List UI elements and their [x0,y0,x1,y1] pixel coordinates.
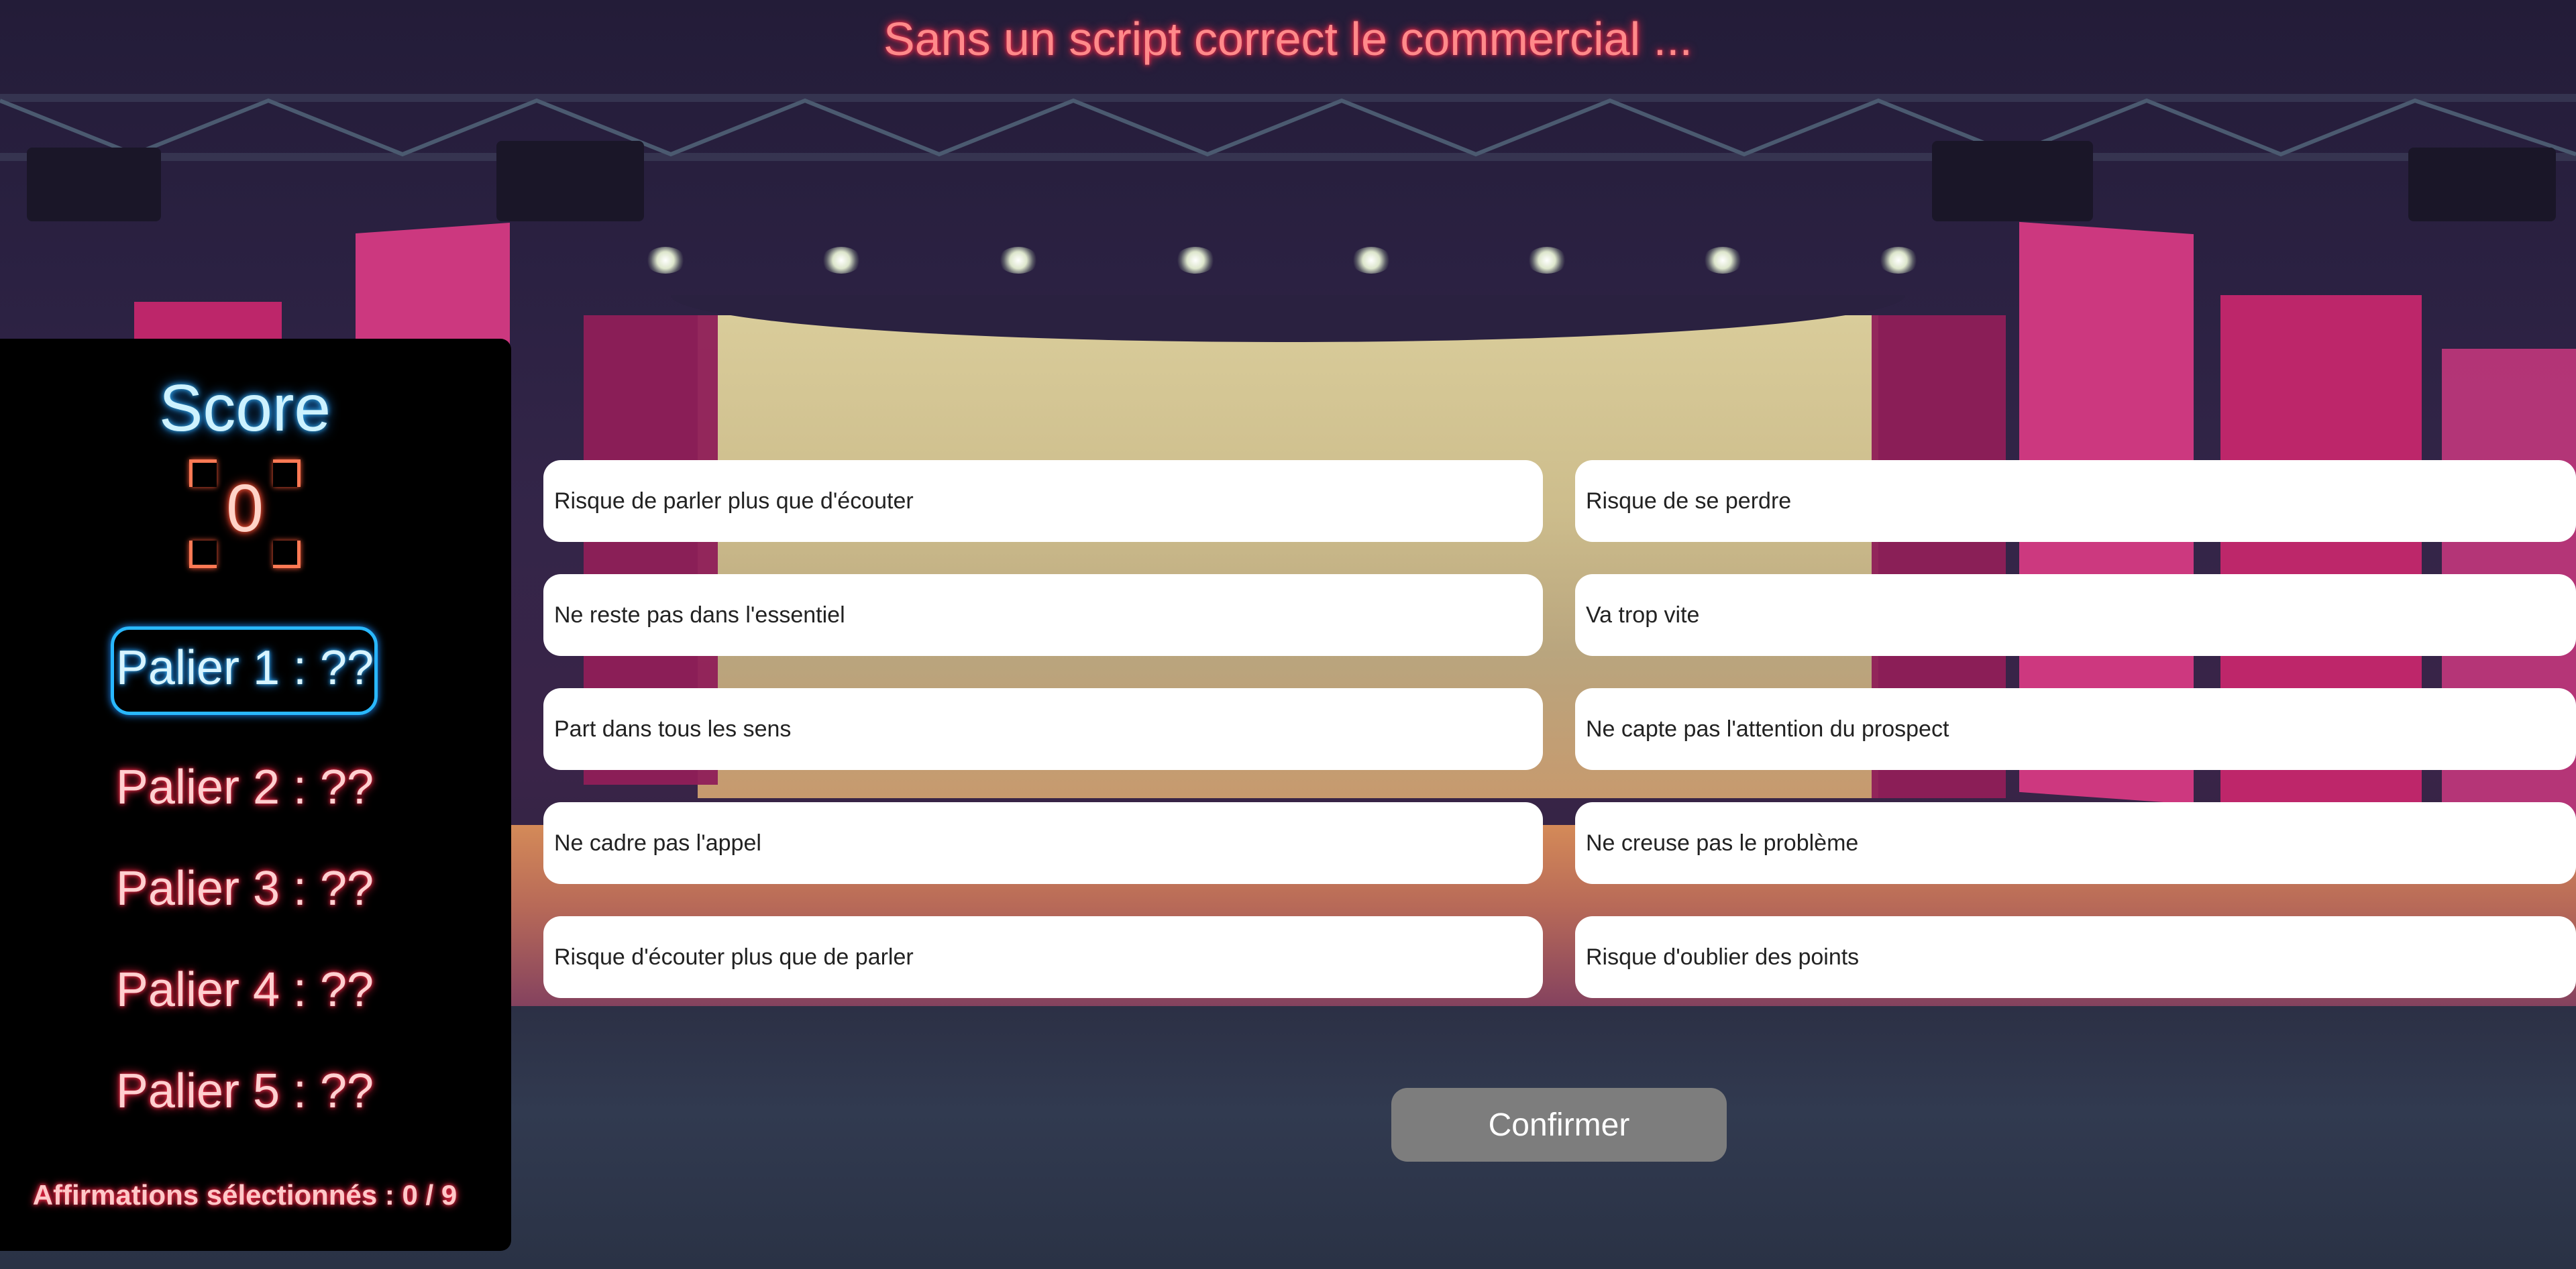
stage-light [645,247,686,274]
stage-light [998,247,1038,274]
stage-light [1703,247,1743,274]
palier-4: Palier 4 : ?? [115,963,374,1017]
stage-light [1527,247,1567,274]
speaker [27,148,161,221]
stage-light [1175,247,1216,274]
score-value: 0 [226,471,264,546]
speaker [2408,148,2556,221]
question-title: Sans un script correct le commercial ... [883,13,1693,65]
palier-2: Palier 2 : ?? [115,761,374,814]
answer-option[interactable]: Part dans tous les sens [543,688,1543,770]
stage-light [1351,247,1391,274]
answer-option[interactable]: Risque de se perdre [1575,460,2576,542]
stage-light [821,247,861,274]
stage-light [1878,247,1919,274]
score-box: 0 [189,459,301,568]
answer-option[interactable]: Risque de parler plus que d'écouter [543,460,1543,542]
truss-lattice [0,98,2576,157]
palier-5: Palier 5 : ?? [115,1064,374,1118]
palier-3: Palier 3 : ?? [115,862,374,916]
answer-option[interactable]: Ne cadre pas l'appel [543,802,1543,884]
speaker [1932,141,2093,221]
answer-option[interactable]: Risque d'oublier des points [1575,916,2576,998]
answer-option[interactable]: Risque d'écouter plus que de parler [543,916,1543,998]
selection-counter: Affirmations sélectionnés : 0 / 9 [32,1179,458,1211]
speaker [496,141,644,221]
answer-option[interactable]: Ne capte pas l'attention du prospect [1575,688,2576,770]
answer-option[interactable]: Ne creuse pas le problème [1575,802,2576,884]
confirm-button[interactable]: Confirmer [1391,1088,1727,1162]
palier-1: Palier 1 : ?? [115,641,374,695]
answer-option[interactable]: Ne reste pas dans l'essentiel [543,574,1543,656]
answer-option[interactable]: Va trop vite [1575,574,2576,656]
score-label: Score [158,371,331,445]
